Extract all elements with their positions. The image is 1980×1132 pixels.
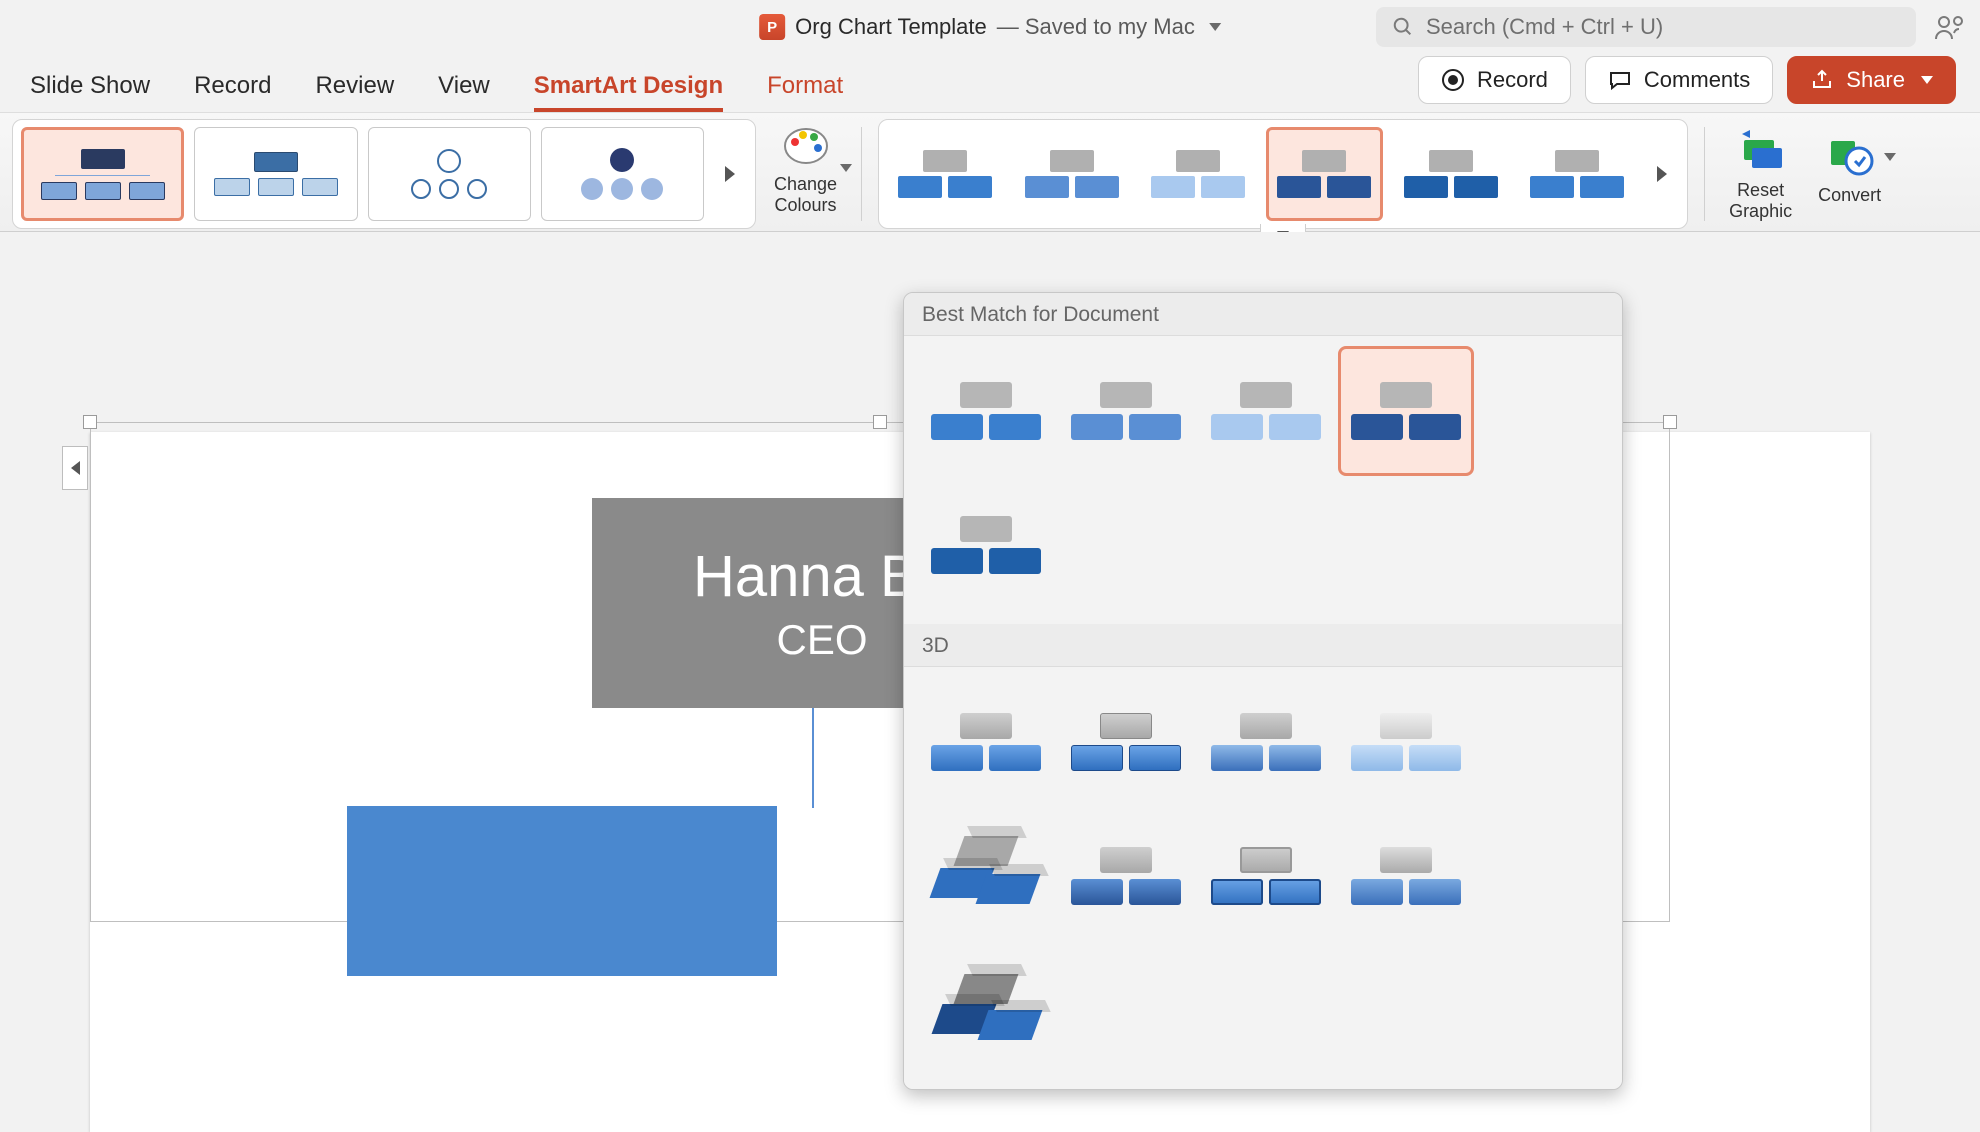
- change-colours-button[interactable]: Change Colours: [766, 119, 845, 229]
- chevron-down-icon: [840, 164, 852, 172]
- style-option-2[interactable]: [1013, 127, 1129, 221]
- ribbon-right-buttons: Record Comments Share: [1418, 56, 1956, 104]
- dropdown-best-match-grid: [904, 336, 1622, 624]
- chevron-down-icon: [1921, 76, 1933, 84]
- style-option-3[interactable]: [1140, 127, 1256, 221]
- styles-more-button[interactable]: [1646, 127, 1680, 221]
- chevron-right-icon: [1657, 166, 1667, 182]
- smartart-styles-gallery: [878, 119, 1688, 229]
- search-placeholder: Search (Cmd + Ctrl + U): [1426, 14, 1663, 40]
- style-best-match-5[interactable]: [918, 480, 1054, 610]
- collaboration-icon[interactable]: [1934, 11, 1966, 43]
- style-option-5[interactable]: [1393, 127, 1509, 221]
- ribbon-toolbar: Change Colours Reset Gr: [0, 112, 1980, 232]
- layout-option-4[interactable]: [541, 127, 704, 221]
- save-status: — Saved to my Mac: [997, 14, 1195, 40]
- style-3d-7[interactable]: [1198, 811, 1334, 941]
- group-separator: [1704, 127, 1705, 221]
- org-chart-connector: [812, 708, 814, 808]
- group-separator: [861, 127, 862, 221]
- style-3d-1[interactable]: [918, 677, 1054, 807]
- style-3d-2[interactable]: [1058, 677, 1194, 807]
- search-icon: [1392, 16, 1414, 38]
- style-best-match-4[interactable]: [1338, 346, 1474, 476]
- style-3d-9[interactable]: [918, 945, 1054, 1075]
- chevron-left-icon: [71, 461, 80, 475]
- layouts-more-button[interactable]: [714, 127, 747, 221]
- comments-button[interactable]: Comments: [1585, 56, 1773, 104]
- share-icon: [1810, 68, 1834, 92]
- reset-graphic-button[interactable]: Reset Graphic: [1721, 119, 1800, 229]
- style-best-match-2[interactable]: [1058, 346, 1194, 476]
- dropdown-3d-grid: [904, 667, 1622, 1089]
- resize-handle[interactable]: [873, 415, 887, 429]
- layout-option-1[interactable]: [21, 127, 184, 221]
- tab-slide-show[interactable]: Slide Show: [30, 72, 150, 112]
- window-title-group: P Org Chart Template — Saved to my Mac: [759, 14, 1221, 40]
- record-button-label: Record: [1477, 67, 1548, 93]
- change-colours-label: Change Colours: [774, 174, 837, 215]
- layout-option-2[interactable]: [194, 127, 357, 221]
- tab-view[interactable]: View: [438, 72, 490, 112]
- comments-button-label: Comments: [1644, 67, 1750, 93]
- chevron-down-icon[interactable]: [1209, 23, 1221, 31]
- tab-review[interactable]: Review: [315, 72, 394, 112]
- style-best-match-3[interactable]: [1198, 346, 1334, 476]
- ceo-role: CEO: [776, 616, 867, 664]
- style-3d-4[interactable]: [1338, 677, 1474, 807]
- slide-canvas: Hanna Bo CEO Best Match for Document 3D: [0, 232, 1980, 848]
- search-input[interactable]: Search (Cmd + Ctrl + U): [1376, 7, 1916, 47]
- chevron-down-icon: [1884, 153, 1896, 161]
- style-3d-6[interactable]: [1058, 811, 1194, 941]
- share-button[interactable]: Share: [1787, 56, 1956, 104]
- convert-button[interactable]: Convert: [1810, 119, 1889, 229]
- style-best-match-1[interactable]: [918, 346, 1054, 476]
- reset-graphic-icon: [1736, 126, 1786, 176]
- convert-label: Convert: [1818, 185, 1881, 206]
- title-bar: P Org Chart Template — Saved to my Mac S…: [0, 0, 1980, 54]
- text-pane-toggle[interactable]: [62, 446, 88, 490]
- layout-option-3[interactable]: [368, 127, 531, 221]
- dropdown-section-best-match: Best Match for Document: [904, 293, 1622, 336]
- comment-icon: [1608, 68, 1632, 92]
- dropdown-section-3d: 3D: [904, 624, 1622, 667]
- style-3d-8[interactable]: [1338, 811, 1474, 941]
- palette-icon: [781, 120, 831, 170]
- tab-record[interactable]: Record: [194, 72, 271, 112]
- smartart-styles-dropdown: Best Match for Document 3D: [903, 292, 1623, 1090]
- record-button[interactable]: Record: [1418, 56, 1571, 104]
- share-button-label: Share: [1846, 67, 1905, 93]
- ribbon-tabs: Slide Show Record Review View SmartArt D…: [0, 54, 1980, 112]
- style-option-4[interactable]: [1266, 127, 1382, 221]
- style-option-1[interactable]: [887, 127, 1003, 221]
- document-title: Org Chart Template: [795, 14, 987, 40]
- style-3d-5[interactable]: [918, 811, 1054, 941]
- tab-smartart-design[interactable]: SmartArt Design: [534, 72, 723, 112]
- style-option-6[interactable]: [1519, 127, 1635, 221]
- record-icon: [1441, 68, 1465, 92]
- smartart-layouts-gallery: [12, 119, 756, 229]
- org-chart-child-node[interactable]: [347, 806, 777, 976]
- resize-handle[interactable]: [83, 415, 97, 429]
- resize-handle[interactable]: [1663, 415, 1677, 429]
- reset-graphic-label: Reset Graphic: [1729, 180, 1792, 221]
- convert-icon: [1825, 131, 1875, 181]
- tab-format[interactable]: Format: [767, 72, 843, 112]
- style-3d-3[interactable]: [1198, 677, 1334, 807]
- powerpoint-icon: P: [759, 14, 785, 40]
- chevron-right-icon: [725, 166, 735, 182]
